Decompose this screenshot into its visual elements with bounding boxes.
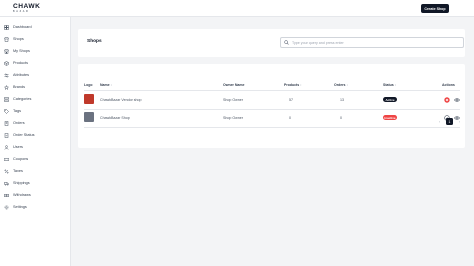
tag-icon xyxy=(4,108,9,114)
sidebar-item-label: Withdraws xyxy=(13,193,31,197)
sidebar-item-label: Attributes xyxy=(13,73,30,77)
brand-icon xyxy=(4,84,9,90)
header-logo: Logo xyxy=(84,83,93,87)
row-divider xyxy=(84,127,460,128)
sidebar-item-label: Settings xyxy=(13,205,27,209)
search-box[interactable] xyxy=(280,37,464,48)
pagination-page-1[interactable]: 1 xyxy=(446,118,453,125)
sort-icon: ↕ xyxy=(394,83,397,87)
sidebar: Dashboard Shops My Shops Products Attrib… xyxy=(0,17,71,266)
search-icon xyxy=(284,40,289,45)
sidebar-item-shippings[interactable]: Shippings xyxy=(4,179,68,187)
sidebar-item-shops[interactable]: Shops xyxy=(4,35,68,43)
orders-count: 0 xyxy=(340,116,342,120)
sidebar-item-label: Shippings xyxy=(13,181,30,185)
sidebar-item-dashboard[interactable]: Dashboard xyxy=(4,23,68,31)
sidebar-item-withdraws[interactable]: Withdraws xyxy=(4,191,68,199)
sidebar-item-coupons[interactable]: Coupons xyxy=(4,155,68,163)
search-input[interactable] xyxy=(292,40,462,45)
sidebar-item-label: Orders xyxy=(13,121,25,125)
page-header-card: Shops xyxy=(78,29,465,57)
disable-shop-icon[interactable] xyxy=(444,97,450,103)
pagination-next-button[interactable]: › xyxy=(456,118,463,125)
sort-icon: ↕ xyxy=(346,83,348,87)
sidebar-item-label: Shops xyxy=(13,37,24,41)
shipping-icon xyxy=(4,181,9,186)
row-divider xyxy=(84,109,460,110)
sidebar-item-order-status[interactable]: Order Status xyxy=(4,131,68,139)
sidebar-item-tags[interactable]: Tags xyxy=(4,107,68,115)
logo[interactable]: CHAWK BAZAR xyxy=(13,3,45,13)
create-shop-button[interactable]: Create Shop xyxy=(421,4,449,13)
view-icon[interactable] xyxy=(454,97,460,103)
owner-name: Shop Owner xyxy=(223,116,243,120)
shop-logo-image xyxy=(84,94,94,104)
sidebar-item-label: My Shops xyxy=(13,49,30,53)
sidebar-item-categories[interactable]: Categories xyxy=(4,95,68,103)
sidebar-item-brands[interactable]: Brands xyxy=(4,83,68,91)
header-owner-name: Owner Name xyxy=(223,83,245,87)
sidebar-item-users[interactable]: Users xyxy=(4,143,68,151)
shop-name[interactable]: ChawkBazar Vendor shop xyxy=(100,98,142,102)
sort-icon: ↕ xyxy=(110,83,113,87)
my-shops-icon xyxy=(4,48,9,54)
products-count: 57 xyxy=(289,98,293,102)
coupon-icon xyxy=(4,157,9,162)
sidebar-item-products[interactable]: Products xyxy=(4,59,68,67)
orders-count: 13 xyxy=(340,98,344,102)
sidebar-item-label: Coupons xyxy=(13,157,29,161)
shop-logo-image xyxy=(84,112,94,122)
dashboard-icon xyxy=(4,24,9,30)
page-title: Shops xyxy=(87,39,102,44)
logo-sub-text: BAZAR xyxy=(13,10,30,13)
shop-icon xyxy=(4,36,9,42)
header-actions: Actions xyxy=(442,83,455,87)
sidebar-item-label: Tags xyxy=(13,109,22,113)
header-divider xyxy=(84,90,460,91)
sidebar-item-taxes[interactable]: Taxes xyxy=(4,167,68,175)
attribute-icon xyxy=(4,73,9,78)
shops-table: Logo Name ↕ Owner Name Products ↕ Orders… xyxy=(78,64,465,148)
sort-icon: ↕ xyxy=(300,83,302,87)
sidebar-item-orders[interactable]: Orders xyxy=(4,119,68,127)
owner-name: Shop Owner xyxy=(223,98,243,102)
header-orders[interactable]: Orders ↕ xyxy=(334,83,348,87)
shop-name[interactable]: ChawkBazar Shop xyxy=(100,116,130,120)
sidebar-item-label: Products xyxy=(13,61,28,65)
pagination-prev-button[interactable]: ‹ xyxy=(436,118,443,125)
tax-icon xyxy=(4,169,9,174)
sidebar-item-label: Taxes xyxy=(13,169,23,173)
withdraw-icon xyxy=(4,193,9,198)
sidebar-item-label: Brands xyxy=(13,85,26,89)
top-bar: CHAWK BAZAR Create Shop xyxy=(0,0,474,17)
logo-main-text: CHAWK xyxy=(13,3,41,10)
sidebar-item-my-shops[interactable]: My Shops xyxy=(4,47,68,55)
sidebar-item-label: Dashboard xyxy=(13,25,32,29)
sidebar-item-label: Categories xyxy=(13,97,32,101)
header-status[interactable]: Status ↕ xyxy=(383,83,396,87)
users-icon xyxy=(4,144,9,150)
header-name[interactable]: Name ↕ xyxy=(100,83,112,87)
sidebar-item-attributes[interactable]: Attributes xyxy=(4,71,68,79)
header-products[interactable]: Products ↕ xyxy=(284,83,302,87)
status-badge: Active xyxy=(383,97,397,102)
product-icon xyxy=(4,60,9,66)
orders-icon xyxy=(4,120,9,126)
order-status-icon xyxy=(4,132,9,138)
status-badge: Inactive xyxy=(383,115,397,120)
settings-icon xyxy=(4,205,9,210)
products-count: 0 xyxy=(289,116,291,120)
sidebar-item-label: Users xyxy=(13,145,23,149)
sidebar-item-settings[interactable]: Settings xyxy=(4,203,68,211)
category-icon xyxy=(4,96,9,102)
main-content: Shops Logo Name ↕ Owner Name Products ↕ … xyxy=(71,17,474,266)
sidebar-item-label: Order Status xyxy=(13,133,35,137)
